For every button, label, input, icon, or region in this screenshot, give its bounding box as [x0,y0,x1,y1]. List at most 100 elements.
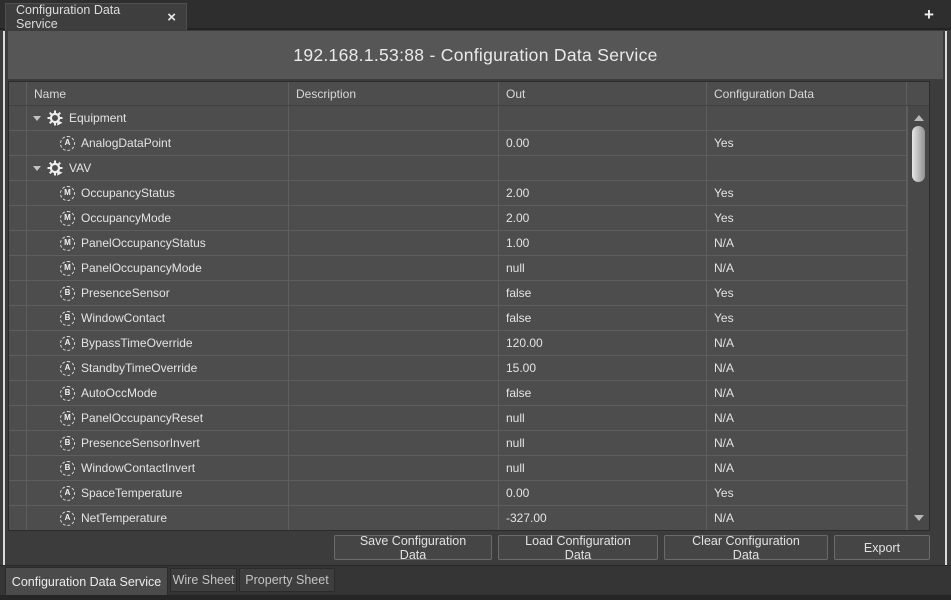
row-name-cell[interactable]: A BypassTimeOverride [27,331,289,356]
row-name-cell[interactable]: B AutoOccMode [27,381,289,406]
cell-out[interactable] [499,106,707,131]
cell-description[interactable] [289,406,499,431]
tab-wire-sheet[interactable]: Wire Sheet [170,568,237,592]
cell-out[interactable]: false [499,306,707,331]
table-row[interactable]: B WindowContact false Yes [9,306,929,331]
cell-out[interactable]: null [499,256,707,281]
tab-property-sheet[interactable]: Property Sheet [239,568,335,592]
cell-config[interactable]: Yes [707,131,907,156]
row-name-cell[interactable]: VAV [27,156,289,181]
column-header-name[interactable]: Name [27,82,289,105]
scroll-up-icon[interactable] [914,115,924,121]
cell-description[interactable] [289,381,499,406]
top-tab-configuration-data-service[interactable]: Configuration Data Service × [5,3,187,30]
cell-out[interactable]: -327.00 [499,506,707,531]
cell-description[interactable] [289,206,499,231]
cell-config[interactable]: N/A [707,431,907,456]
cell-description[interactable] [289,156,499,181]
chevron-down-icon[interactable] [33,116,41,121]
cell-description[interactable] [289,506,499,531]
row-name-cell[interactable]: B WindowContact [27,306,289,331]
cell-description[interactable] [289,431,499,456]
cell-description[interactable] [289,281,499,306]
table-row[interactable]: M OccupancyMode 2.00 Yes [9,206,929,231]
vertical-scrollbar[interactable] [907,106,929,530]
clear-configuration-data-button[interactable]: Clear Configuration Data [664,535,828,560]
table-row[interactable]: B PresenceSensor false Yes [9,281,929,306]
cell-out[interactable]: 2.00 [499,206,707,231]
chevron-down-icon[interactable] [33,166,41,171]
cell-out[interactable]: 120.00 [499,331,707,356]
cell-description[interactable] [289,456,499,481]
cell-out[interactable]: null [499,456,707,481]
table-row[interactable]: Equipment [9,106,929,131]
cell-description[interactable] [289,356,499,381]
new-tab-button[interactable]: + [919,4,939,26]
cell-config[interactable]: N/A [707,231,907,256]
cell-description[interactable] [289,106,499,131]
cell-out[interactable]: null [499,431,707,456]
table-row[interactable]: A NetTemperature -327.00 N/A [9,506,929,531]
cell-config[interactable]: N/A [707,356,907,381]
cell-config[interactable] [707,156,907,181]
cell-config[interactable]: Yes [707,481,907,506]
cell-description[interactable] [289,231,499,256]
table-row[interactable]: A AnalogDataPoint 0.00 Yes [9,131,929,156]
cell-config[interactable]: N/A [707,256,907,281]
cell-out[interactable]: false [499,381,707,406]
cell-out[interactable] [499,156,707,181]
table-row[interactable]: A StandbyTimeOverride 15.00 N/A [9,356,929,381]
table-row[interactable]: M OccupancyStatus 2.00 Yes [9,181,929,206]
table-row[interactable]: M PanelOccupancyReset null N/A [9,406,929,431]
cell-out[interactable]: false [499,281,707,306]
cell-config[interactable]: N/A [707,406,907,431]
column-header-configuration-data[interactable]: Configuration Data [707,82,907,105]
close-icon[interactable]: × [167,10,176,25]
row-name-cell[interactable]: A SpaceTemperature [27,481,289,506]
cell-out[interactable]: 1.00 [499,231,707,256]
cell-out[interactable]: 0.00 [499,481,707,506]
scroll-down-icon[interactable] [914,515,924,521]
cell-description[interactable] [289,131,499,156]
row-name-cell[interactable]: B PresenceSensorInvert [27,431,289,456]
cell-config[interactable]: N/A [707,381,907,406]
table-row[interactable]: VAV [9,156,929,181]
cell-config[interactable]: N/A [707,506,907,531]
cell-config[interactable] [707,106,907,131]
row-name-cell[interactable]: M PanelOccupancyMode [27,256,289,281]
row-name-cell[interactable]: M PanelOccupancyStatus [27,231,289,256]
cell-out[interactable]: 2.00 [499,181,707,206]
column-header-out[interactable]: Out [499,82,707,105]
table-row[interactable]: A SpaceTemperature 0.00 Yes [9,481,929,506]
cell-description[interactable] [289,256,499,281]
export-button[interactable]: Export [834,535,930,560]
cell-out[interactable]: 0.00 [499,131,707,156]
cell-out[interactable]: null [499,406,707,431]
row-name-cell[interactable]: B PresenceSensor [27,281,289,306]
row-name-cell[interactable]: M PanelOccupancyReset [27,406,289,431]
cell-config[interactable]: Yes [707,181,907,206]
cell-config[interactable]: N/A [707,331,907,356]
cell-out[interactable]: 15.00 [499,356,707,381]
tab-configuration-data-service[interactable]: Configuration Data Service [5,567,168,596]
row-name-cell[interactable]: Equipment [27,106,289,131]
table-row[interactable]: B AutoOccMode false N/A [9,381,929,406]
cell-config[interactable]: Yes [707,306,907,331]
row-name-cell[interactable]: A AnalogDataPoint [27,131,289,156]
row-name-cell[interactable]: A StandbyTimeOverride [27,356,289,381]
table-row[interactable]: M PanelOccupancyStatus 1.00 N/A [9,231,929,256]
cell-config[interactable]: N/A [707,456,907,481]
table-row[interactable]: B WindowContactInvert null N/A [9,456,929,481]
table-row[interactable]: M PanelOccupancyMode null N/A [9,256,929,281]
row-name-cell[interactable]: B WindowContactInvert [27,456,289,481]
row-name-cell[interactable]: A NetTemperature [27,506,289,531]
cell-description[interactable] [289,331,499,356]
row-name-cell[interactable]: M OccupancyMode [27,206,289,231]
scrollbar-thumb[interactable] [912,126,925,182]
table-row[interactable]: A BypassTimeOverride 120.00 N/A [9,331,929,356]
cell-config[interactable]: Yes [707,281,907,306]
cell-description[interactable] [289,306,499,331]
cell-config[interactable]: Yes [707,206,907,231]
cell-description[interactable] [289,481,499,506]
load-configuration-data-button[interactable]: Load Configuration Data [498,535,658,560]
